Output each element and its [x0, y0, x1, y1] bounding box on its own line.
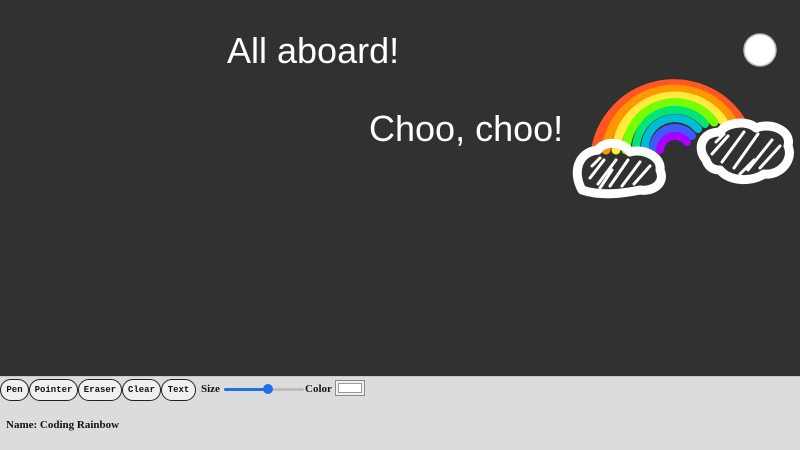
clear-button[interactable]: Clear — [122, 379, 161, 401]
pen-button[interactable]: Pen — [0, 379, 29, 401]
canvas-text[interactable]: All aboard! — [227, 33, 399, 69]
sun-drawing — [743, 33, 777, 67]
drawing-canvas[interactable]: All aboard! Choo, choo! — [0, 0, 800, 376]
color-label: Color — [305, 383, 332, 395]
name-label: Name: Coding Rainbow — [6, 419, 120, 431]
eraser-button[interactable]: Eraser — [78, 379, 122, 401]
size-slider-thumb[interactable] — [263, 384, 273, 394]
size-label: Size — [201, 383, 220, 395]
text-button[interactable]: Text — [161, 379, 196, 401]
cloud-drawing — [696, 118, 794, 184]
color-swatch — [338, 383, 362, 393]
toolbar: Pen Pointer Eraser Clear Text Size Color… — [0, 376, 800, 450]
color-picker[interactable] — [335, 380, 365, 396]
canvas-text[interactable]: Choo, choo! — [369, 111, 563, 147]
drawing-layer — [572, 33, 794, 199]
pointer-button[interactable]: Pointer — [29, 379, 78, 401]
size-slider-fill — [224, 388, 268, 391]
size-slider[interactable] — [224, 383, 304, 395]
